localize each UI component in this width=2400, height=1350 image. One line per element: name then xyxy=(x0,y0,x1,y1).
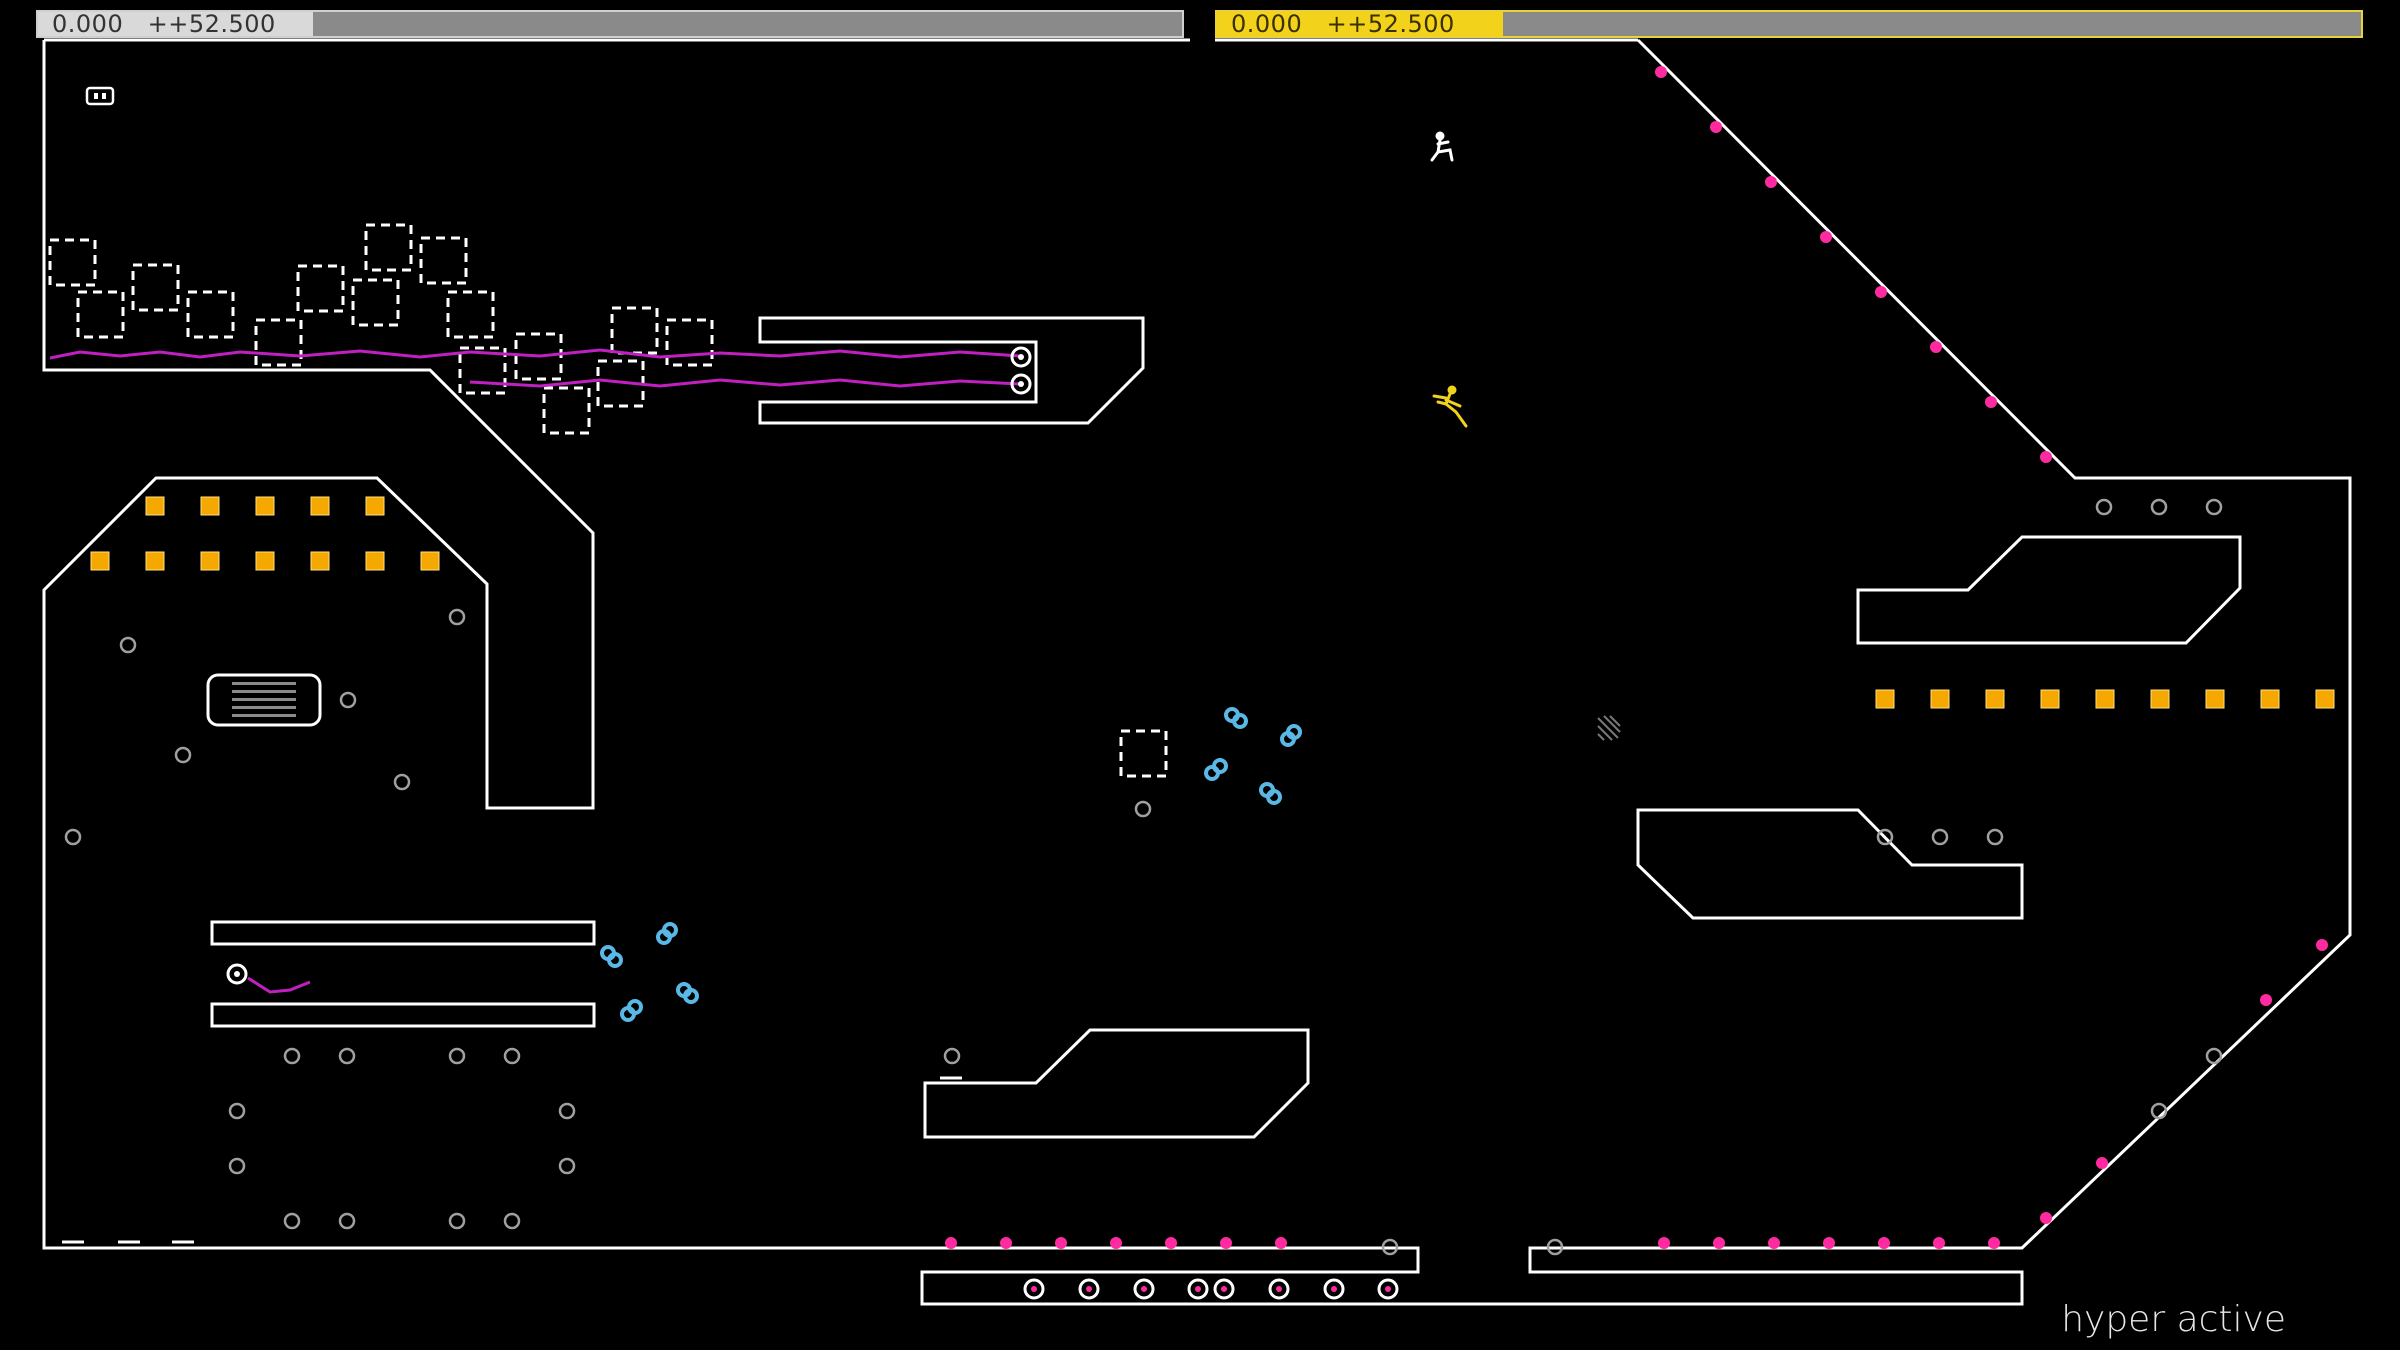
laser-beams xyxy=(49,348,1021,994)
ninja-player1-icon xyxy=(1430,131,1454,162)
exit-door-icon xyxy=(1597,715,1621,741)
launch-pad-stripes xyxy=(232,682,296,717)
mines xyxy=(945,66,2328,1249)
level-playfield xyxy=(42,38,2352,1306)
laser-turrets xyxy=(226,346,1032,985)
bottom-turrets xyxy=(1023,1278,1399,1300)
spawn-marker-icon xyxy=(85,86,115,106)
level-walls xyxy=(42,38,2352,1306)
small-switches xyxy=(64,498,2223,1256)
drones xyxy=(600,707,1302,1022)
ninja-player2-icon xyxy=(1432,385,1468,428)
level-name: hyper active xyxy=(2061,1299,2286,1340)
